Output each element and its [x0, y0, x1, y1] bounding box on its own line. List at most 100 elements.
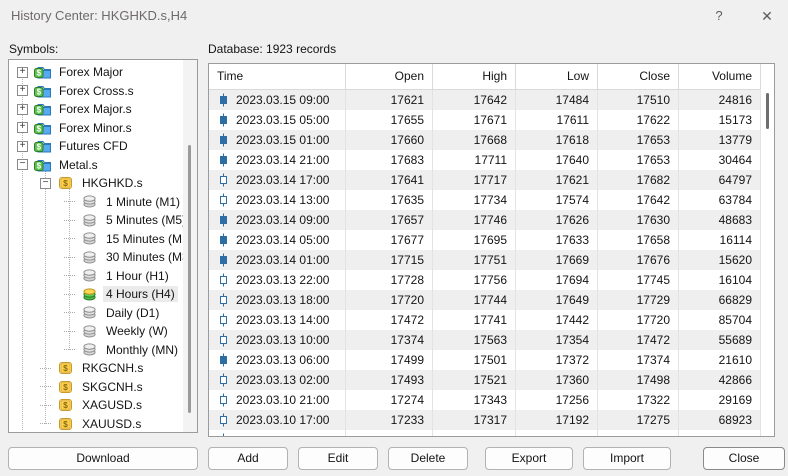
tree-item-rkgcnh-s[interactable]: $RKGCNH.s — [9, 359, 182, 378]
symbol-dollar-icon: $ — [57, 398, 74, 413]
tree-item-forex-major[interactable]: +$Forex Major — [9, 63, 182, 82]
tree-item-label: Forex Major — [56, 64, 126, 80]
tree-item-futures-cfd[interactable]: +$Futures CFD — [9, 137, 182, 156]
tree-item-15-minutes-m15[interactable]: 15 Minutes (M15) — [9, 230, 182, 249]
cell-high: 17744 — [433, 290, 516, 310]
cell-open: 17683 — [346, 150, 433, 170]
tree-item-5-minutes-m5[interactable]: 5 Minutes (M5) — [9, 211, 182, 230]
candle-bearish-icon — [219, 213, 228, 227]
table-row[interactable]: 2023.03.14 01:00177151775117669176761562… — [209, 250, 774, 270]
tree-item-forex-cross-s[interactable]: +$Forex Cross.s — [9, 82, 182, 101]
time-text: 2023.03.13 10:00 — [236, 330, 329, 350]
table-row[interactable]: 2023.03.14 09:00176571774617626176304868… — [209, 210, 774, 230]
table-row[interactable]: 2023.03.14 17:00176411771717621176826479… — [209, 170, 774, 190]
column-header-low[interactable]: Low — [516, 64, 598, 89]
cell-open: 17635 — [346, 190, 433, 210]
expand-icon[interactable]: + — [17, 141, 28, 152]
candle-bullish-icon — [219, 193, 228, 207]
cell-close: 17720 — [598, 310, 679, 330]
tree-item-weekly-w[interactable]: Weekly (W) — [9, 322, 182, 341]
help-icon[interactable]: ? — [708, 5, 730, 27]
table-row[interactable]: 2023.03.13 10:00173741756317354174725568… — [209, 330, 774, 350]
table-row[interactable]: 2023.03.15 01:00176601766817618176531377… — [209, 130, 774, 150]
candle-bullish-icon — [219, 173, 228, 187]
table-row[interactable]: 2023.03.15 09:00176211764217484175102481… — [209, 90, 774, 110]
table-row[interactable]: 2023.03.10 17:00172331731717192172756892… — [209, 410, 774, 430]
time-text: 2023.03.13 06:00 — [236, 350, 329, 370]
db-gray-icon — [81, 231, 98, 246]
expand-icon[interactable]: + — [17, 85, 28, 96]
tree-item-monthly-mn[interactable]: Monthly (MN) — [9, 341, 182, 360]
cell-open: 17493 — [346, 370, 433, 390]
cell-high: 17751 — [433, 250, 516, 270]
tree-scrollbar-thumb[interactable] — [188, 145, 191, 413]
tree-item-label: Futures CFD — [56, 138, 131, 154]
cell-volume: 66829 — [679, 290, 761, 310]
table-body: 2023.03.15 09:00176211764217484175102481… — [209, 90, 774, 437]
delete-button[interactable]: Delete — [388, 447, 468, 470]
download-button[interactable]: Download — [8, 447, 198, 470]
close-icon[interactable]: ✕ — [756, 5, 778, 27]
cell-open: 17728 — [346, 270, 433, 290]
cell-open: 17274 — [346, 390, 433, 410]
column-header-volume[interactable]: Volume — [679, 64, 761, 89]
svg-text:$: $ — [63, 382, 68, 392]
expand-icon[interactable]: + — [17, 67, 28, 78]
tree-item-forex-minor-s[interactable]: +$Forex Minor.s — [9, 119, 182, 138]
table-scrollbar[interactable] — [760, 89, 774, 436]
tree-item-1-minute-m1[interactable]: 1 Minute (M1) — [9, 193, 182, 212]
export-button[interactable]: Export — [485, 447, 573, 470]
column-header-time[interactable]: Time — [209, 64, 346, 89]
tree-item-daily-d1[interactable]: Daily (D1) — [9, 304, 182, 323]
table-row[interactable]: 2023.03.13 14:00174721774117442177208570… — [209, 310, 774, 330]
cell-low: 17354 — [516, 330, 598, 350]
tree-item-xagusd-s[interactable]: $XAGUSD.s — [9, 396, 182, 415]
cell-close: 17653 — [598, 130, 679, 150]
tree-item-forex-major-s[interactable]: +$Forex Major.s — [9, 100, 182, 119]
candle-bearish-icon — [219, 233, 228, 247]
table-row[interactable]: 2023.03.14 13:00176351773417574176426378… — [209, 190, 774, 210]
edit-button[interactable]: Edit — [298, 447, 378, 470]
tree-connector — [64, 257, 75, 258]
cell-low: 17484 — [516, 90, 598, 110]
tree-item-label: 5 Minutes (M5) — [103, 212, 189, 228]
close-button[interactable]: Close — [703, 447, 785, 470]
add-button[interactable]: Add — [208, 447, 288, 470]
tree-item-1-hour-h1[interactable]: 1 Hour (H1) — [9, 267, 182, 286]
table-row[interactable]: 2023.03.14 21:00176831771117640176533046… — [209, 150, 774, 170]
cell-high: 17756 — [433, 270, 516, 290]
tree-item-30-minutes-m30[interactable]: 30 Minutes (M30) — [9, 248, 182, 267]
collapse-icon[interactable]: − — [40, 178, 51, 189]
table-row[interactable]: 2023.03.13 06:00174991750117372173742161… — [209, 350, 774, 370]
table-row[interactable]: 2023.03.13 18:00177201774417649177296682… — [209, 290, 774, 310]
column-header-open[interactable]: Open — [346, 64, 433, 89]
svg-text:$: $ — [63, 400, 68, 410]
tree-connector — [40, 368, 51, 369]
tree-item-hkghkd-s[interactable]: −$HKGHKD.s — [9, 174, 182, 193]
expand-icon[interactable]: + — [17, 122, 28, 133]
cell-volume: 64797 — [679, 170, 761, 190]
table-row[interactable]: 2023.03.10 21:00172741734317256173222916… — [209, 390, 774, 410]
column-header-close[interactable]: Close — [598, 64, 679, 89]
tree-scrollbar[interactable] — [183, 60, 197, 432]
tree-item-metal-s[interactable]: −$Metal.s — [9, 156, 182, 175]
table-row[interactable]: 2023.03.15 05:00176551767117611176221517… — [209, 110, 774, 130]
tree-item-skgcnh-s[interactable]: $SKGCNH.s — [9, 378, 182, 397]
table-row[interactable]: 2023.03.13 02:00174931752117360174984286… — [209, 370, 774, 390]
tree-item-label: Metal.s — [56, 157, 101, 173]
symbol-dollar-icon: $ — [57, 176, 74, 191]
table-row[interactable]: 2023.03.14 05:00176771769517633176581611… — [209, 230, 774, 250]
tree-item-4-hours-h4[interactable]: 4 Hours (H4) — [9, 285, 182, 304]
table-scrollbar-thumb[interactable] — [766, 93, 769, 129]
cell-high: 17642 — [433, 90, 516, 110]
db-gray-icon — [81, 305, 98, 320]
table-row[interactable]: 2023.03.13 22:00177281775617694177451610… — [209, 270, 774, 290]
cell-open: 17233 — [346, 410, 433, 430]
column-header-high[interactable]: High — [433, 64, 516, 89]
expand-icon[interactable]: + — [17, 104, 28, 115]
collapse-icon[interactable]: − — [17, 159, 28, 170]
tree-item-xauusd-s[interactable]: $XAUUSD.s — [9, 415, 182, 434]
title-bar: History Center: HKGHKD.s,H4 ? ✕ — [0, 0, 788, 32]
candle-bullish-icon — [219, 393, 228, 407]
import-button[interactable]: Import — [583, 447, 671, 470]
